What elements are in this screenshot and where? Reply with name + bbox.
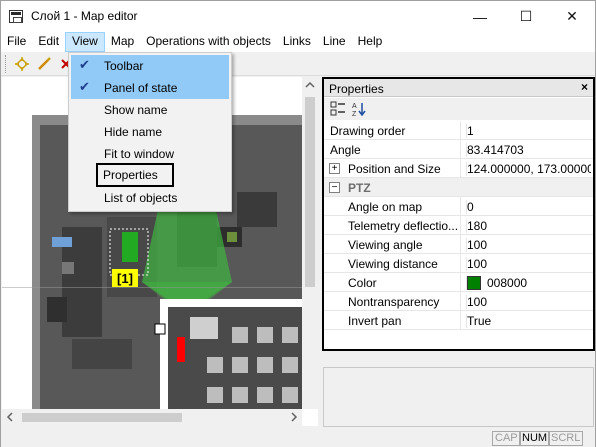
property-row-drawing-order[interactable]: Drawing order 1 xyxy=(324,121,593,140)
property-value[interactable]: 83.414703 xyxy=(466,143,591,157)
property-row-angle-on-map[interactable]: Angle on map 0 xyxy=(324,197,593,216)
status-cap: CAP xyxy=(492,431,521,446)
property-value[interactable]: 100 xyxy=(466,295,591,309)
view-menu-fit-to-window[interactable]: Fit to window xyxy=(71,143,229,165)
color-swatch xyxy=(467,276,481,290)
menu-map[interactable]: Map xyxy=(105,32,140,52)
properties-title: Properties xyxy=(329,82,384,96)
status-bar: CAP NUM SCRL xyxy=(1,429,595,447)
property-value[interactable]: 124.000000, 173.00000... xyxy=(466,162,591,176)
menu-operations-with-objects[interactable]: Operations with objects xyxy=(140,32,277,52)
column-divider xyxy=(460,159,461,178)
svg-text:A: A xyxy=(352,103,357,110)
status-scrl: SCRL xyxy=(548,431,584,446)
view-menu-hide-name[interactable]: Hide name xyxy=(71,121,229,143)
properties-title-bar: Properties × xyxy=(324,79,593,97)
view-menu-panel-of-state[interactable]: ✔ Panel of state xyxy=(71,77,229,99)
close-button[interactable]: ✕ xyxy=(549,1,595,32)
property-row-telemetry-deflection[interactable]: Telemetry deflectio... 180 xyxy=(324,216,593,235)
column-divider xyxy=(460,140,461,159)
properties-panel: Properties × A Z Drawing order 1 Angle 8… xyxy=(322,77,595,351)
property-value-color[interactable]: 008000 xyxy=(466,276,591,290)
color-hex: 008000 xyxy=(487,276,528,290)
property-row-color[interactable]: Color 008000 xyxy=(324,273,593,292)
column-divider xyxy=(460,254,461,273)
svg-text:Z: Z xyxy=(352,111,357,117)
title-bar: Слой 1 - Map editor — ☐ ✕ xyxy=(1,1,595,32)
camera-label: [1] xyxy=(117,271,133,286)
menu-links[interactable]: Links xyxy=(277,32,317,52)
view-menu-dropdown: ✔ Toolbar ✔ Panel of state Show name Hid… xyxy=(68,52,232,212)
categorized-icon[interactable] xyxy=(330,101,346,117)
pencil-icon[interactable] xyxy=(36,56,52,72)
property-value[interactable]: 100 xyxy=(466,238,591,252)
collapse-icon[interactable]: − xyxy=(329,182,340,193)
window-title: Слой 1 - Map editor xyxy=(31,9,138,23)
column-divider xyxy=(460,235,461,254)
view-menu-properties[interactable]: Properties xyxy=(96,163,174,187)
menu-help[interactable]: Help xyxy=(352,32,389,52)
expand-icon[interactable]: + xyxy=(329,163,340,174)
map-horizontal-scrollbar[interactable] xyxy=(2,409,302,426)
property-value[interactable]: True xyxy=(466,314,591,328)
sort-alphabetical-icon[interactable]: A Z xyxy=(351,101,367,117)
property-value[interactable]: 1 xyxy=(466,124,591,138)
property-row-viewing-angle[interactable]: Viewing angle 100 xyxy=(324,235,593,254)
toolbar-grip[interactable] xyxy=(5,55,7,73)
property-row-nontransparency[interactable]: Nontransparency 100 xyxy=(324,292,593,311)
menu-edit[interactable]: Edit xyxy=(32,32,65,52)
property-grid: Drawing order 1 Angle 83.414703 + Positi… xyxy=(324,121,593,330)
map-vertical-scrollbar[interactable] xyxy=(302,77,318,409)
app-icon xyxy=(9,10,23,23)
maximize-button[interactable]: ☐ xyxy=(503,1,549,32)
menu-file[interactable]: File xyxy=(1,32,32,52)
column-divider xyxy=(460,273,461,292)
map-scroll-horizontal-graphic xyxy=(6,412,298,422)
view-menu-list-of-objects[interactable]: List of objects xyxy=(71,187,229,209)
column-divider xyxy=(460,292,461,311)
property-row-viewing-distance[interactable]: Viewing distance 100 xyxy=(324,254,593,273)
add-point-icon[interactable] xyxy=(14,56,30,72)
property-value[interactable]: 0 xyxy=(466,200,591,214)
view-menu-toolbar[interactable]: ✔ Toolbar xyxy=(71,55,229,77)
view-menu-show-name[interactable]: Show name xyxy=(71,99,229,121)
column-divider xyxy=(460,216,461,235)
property-value[interactable]: 100 xyxy=(466,257,591,271)
property-row-position-and-size[interactable]: + Position and Size 124.000000, 173.0000… xyxy=(324,159,593,178)
properties-toolbar: A Z xyxy=(324,98,593,120)
column-divider xyxy=(460,311,461,330)
property-row-invert-pan[interactable]: Invert pan True xyxy=(324,311,593,330)
property-group-ptz[interactable]: − PTZ xyxy=(324,178,593,197)
column-divider xyxy=(460,197,461,216)
minimize-button[interactable]: — xyxy=(457,1,503,32)
check-icon: ✔ xyxy=(79,79,90,94)
properties-close-button[interactable]: × xyxy=(581,80,588,94)
menu-bar: File Edit View Map Operations with objec… xyxy=(1,32,595,52)
menu-view[interactable]: View xyxy=(65,32,105,52)
menu-line[interactable]: Line xyxy=(317,32,352,52)
property-description-pane xyxy=(323,367,594,427)
property-value[interactable]: 180 xyxy=(466,219,591,233)
column-divider xyxy=(460,121,461,140)
property-row-angle[interactable]: Angle 83.414703 xyxy=(324,140,593,159)
status-num: NUM xyxy=(519,431,551,446)
check-icon: ✔ xyxy=(79,57,90,72)
map-scroll-vertical-graphic xyxy=(305,81,315,287)
map-editor-window: Слой 1 - Map editor — ☐ ✕ File Edit View… xyxy=(0,0,596,447)
